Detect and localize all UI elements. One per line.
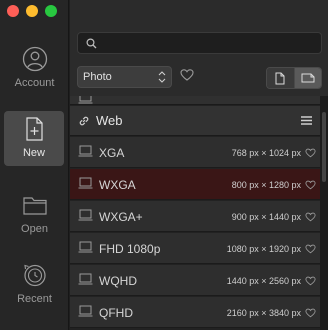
- link-icon: [79, 116, 89, 126]
- portrait-button[interactable]: [267, 68, 294, 88]
- item-name: WQHD: [99, 274, 137, 288]
- laptop-icon: [78, 241, 93, 253]
- laptop-icon: [78, 209, 93, 221]
- item-name: FHD 1080p: [99, 242, 161, 256]
- list-item[interactable]: WXGA 800 px × 1280 px: [70, 169, 320, 200]
- item-name: WXGA: [99, 178, 136, 192]
- item-dimensions: 2160 px × 3840 px: [226, 308, 301, 318]
- group-header-web[interactable]: Web: [70, 106, 320, 136]
- favorite-heart-icon[interactable]: [305, 212, 316, 222]
- item-dimensions: 800 px × 1280 px: [231, 180, 301, 190]
- minimize-window-button[interactable]: [26, 5, 38, 17]
- list-item[interactable]: WQHD 1440 px × 2560 px: [70, 265, 320, 296]
- favorite-heart-icon[interactable]: [305, 244, 316, 254]
- scrollbar[interactable]: [320, 96, 328, 330]
- favorites-heart-icon[interactable]: [180, 68, 194, 82]
- laptop-icon: [78, 273, 93, 285]
- favorite-heart-icon[interactable]: [305, 148, 316, 158]
- sidebar-item-account[interactable]: Account: [0, 46, 69, 100]
- item-dimensions: 900 px × 1440 px: [231, 212, 301, 222]
- recent-icon: [23, 264, 46, 287]
- laptop-icon: [78, 177, 93, 189]
- hamburger-menu-icon[interactable]: [301, 116, 312, 125]
- list-item[interactable]: FHD 1080p 1080 px × 1920 px: [70, 233, 320, 264]
- sidebar-item-label: New: [22, 147, 45, 159]
- item-dimensions: 768 px × 1024 px: [231, 148, 301, 158]
- sidebar: Account New Open Recent: [0, 0, 69, 330]
- favorite-heart-icon[interactable]: [305, 308, 316, 318]
- item-name: WXGA+: [99, 210, 143, 224]
- item-name: XGA: [99, 146, 125, 160]
- list-item[interactable]: QFHD 2160 px × 3840 px: [70, 297, 320, 328]
- account-icon: [22, 46, 47, 72]
- sidebar-item-label: Recent: [17, 293, 52, 305]
- landscape-button[interactable]: [293, 68, 321, 88]
- window-controls: [7, 5, 57, 17]
- list-item[interactable]: XGA 768 px × 1024 px: [70, 137, 320, 168]
- item-name: QFHD: [99, 306, 133, 320]
- portrait-page-icon: [275, 72, 285, 84]
- sidebar-item-open[interactable]: Open: [0, 192, 69, 246]
- sidebar-item-label: Account: [14, 77, 55, 89]
- favorite-heart-icon[interactable]: [305, 276, 316, 286]
- laptop-icon: [78, 305, 93, 317]
- zoom-window-button[interactable]: [45, 5, 57, 17]
- sidebar-item-new[interactable]: New: [4, 111, 64, 166]
- toolbar-area: Photo: [70, 0, 328, 96]
- search-field[interactable]: [77, 32, 322, 54]
- category-select-value: Photo: [83, 71, 112, 83]
- updown-arrows-icon: [158, 71, 166, 83]
- favorite-heart-icon[interactable]: [305, 180, 316, 190]
- folder-icon: [22, 197, 47, 215]
- orientation-toggle: [266, 67, 322, 89]
- category-select[interactable]: Photo: [77, 66, 172, 88]
- new-document-icon: [26, 117, 43, 141]
- group-title: Web: [96, 113, 123, 128]
- close-window-button[interactable]: [7, 5, 19, 17]
- template-list: Web XGA 768 px × 1024 px WXGA 800 px × 1…: [70, 96, 328, 330]
- landscape-page-icon: [301, 73, 315, 83]
- laptop-icon: [78, 145, 93, 157]
- list-item[interactable]: WXGA+ 900 px × 1440 px: [70, 201, 320, 232]
- search-input[interactable]: [102, 35, 312, 51]
- laptop-icon: [78, 96, 93, 104]
- list-item[interactable]: [70, 96, 320, 105]
- search-icon: [86, 38, 97, 49]
- item-dimensions: 1440 px × 2560 px: [226, 276, 301, 286]
- scrollbar-thumb[interactable]: [322, 112, 326, 182]
- sidebar-item-recent[interactable]: Recent: [0, 262, 69, 316]
- sidebar-item-label: Open: [21, 223, 48, 235]
- item-dimensions: 1080 px × 1920 px: [226, 244, 301, 254]
